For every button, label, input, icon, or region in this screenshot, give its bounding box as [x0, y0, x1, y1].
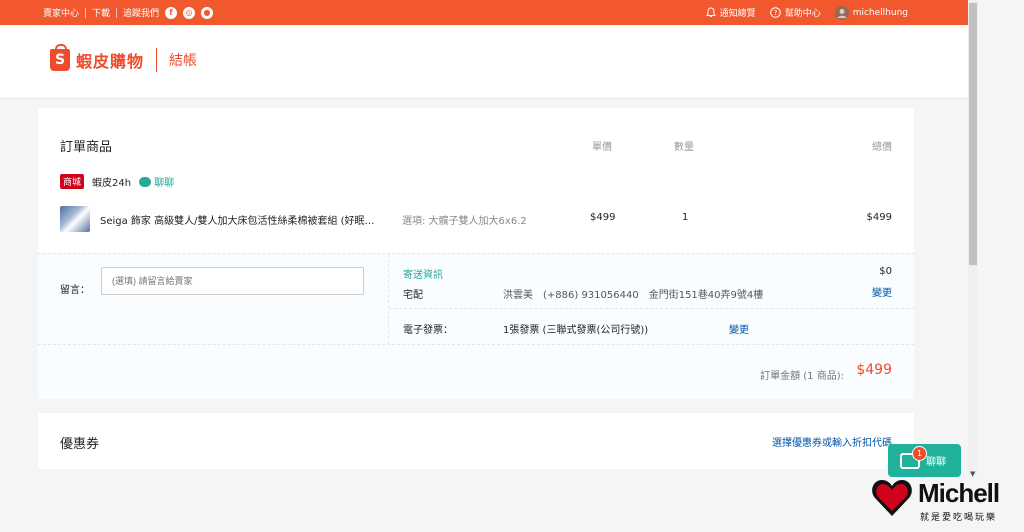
topbar-divider — [116, 7, 118, 18]
change-shipping-button[interactable]: 變更 — [872, 284, 892, 299]
shipping-method: 宅配 — [403, 290, 423, 301]
total-header: 總價 — [872, 142, 892, 153]
invoice-value: 1張發票 (三聯式發票(公司行號)) — [503, 325, 649, 336]
scrollbar-thumb[interactable] — [969, 3, 977, 265]
unit-price: $499 — [590, 212, 616, 223]
divider — [38, 344, 914, 345]
quantity-header: 數量 — [674, 142, 694, 153]
select-coupon-link[interactable]: 選擇優惠券或輸入折扣代碼 — [772, 434, 892, 449]
invoice-label: 電子發票： — [403, 325, 453, 336]
shop-name[interactable]: 蝦皮24h — [92, 174, 131, 189]
watermark-name: Michell — [918, 478, 1000, 508]
product-variation: 選項: 大髖子雙人加大6x6.2 — [402, 216, 527, 227]
chat-floating-button[interactable]: 1 聊聊 — [888, 444, 961, 477]
order-total-value: $499 — [856, 362, 892, 378]
help-center-link[interactable]: ? 幫助中心 — [769, 6, 821, 19]
change-invoice-button[interactable]: 變更 — [729, 321, 749, 336]
follow-us-label: 追蹤我們 — [123, 9, 160, 19]
order-details: 留言： 寄送資訊 宅配 洪雲美 (+886) 931056440 金門街151巷… — [38, 253, 914, 399]
coupon-title: 優惠券 — [60, 437, 100, 452]
shipping-title: 寄送資訊 — [403, 270, 443, 281]
product-thumbnail[interactable] — [60, 206, 90, 232]
item-total: $499 — [866, 212, 892, 223]
page-title: 結帳 — [169, 53, 198, 69]
shopee-logo[interactable]: S 蝦皮購物 結帳 — [50, 44, 198, 72]
notifications-link[interactable]: 通知總覽 — [705, 6, 756, 19]
username: michellhung — [852, 7, 908, 18]
seller-center-link[interactable]: 賣家中心 — [43, 6, 79, 19]
bell-icon — [705, 7, 716, 17]
svg-text:?: ? — [773, 9, 777, 17]
order-card: 訂單商品 單價 數量 總價 商城 蝦皮24h 聊聊 Seiga 飾家 高級雙人/… — [38, 108, 914, 399]
chat-fab-label: 聊聊 — [926, 457, 946, 468]
mall-badge: 商城 — [60, 174, 85, 189]
logo-text: 蝦皮購物 — [76, 52, 145, 71]
shopee-bag-icon: S — [50, 44, 70, 71]
notifications-label: 通知總覽 — [719, 9, 756, 19]
order-total-label: 訂單金額 (1 商品): — [760, 371, 844, 382]
avatar — [834, 5, 849, 20]
topbar-right: 通知總覽 ? 幫助中心 michellhung — [705, 0, 908, 25]
help-icon: ? — [769, 7, 781, 18]
product-name[interactable]: Seiga 飾家 高級雙人/雙人加大床包活性絲柔棉被套組 (好眠… — [100, 212, 380, 227]
shipping-fee: $0 — [879, 266, 892, 277]
page-header: S 蝦皮購物 結帳 — [0, 25, 968, 99]
vertical-divider — [388, 254, 390, 344]
chat-icon — [139, 176, 152, 187]
quantity: 1 — [682, 212, 689, 223]
download-link[interactable]: 下載 — [92, 6, 110, 19]
user-menu[interactable]: michellhung — [834, 5, 908, 20]
chat-unread-badge: 1 — [912, 446, 927, 461]
coupon-card: 優惠券 選擇優惠券或輸入折扣代碼 — [38, 413, 914, 469]
chat-with-shop-button[interactable]: 聊聊 — [139, 174, 174, 189]
help-center-label: 幫助中心 — [784, 9, 821, 19]
order-item-row: Seiga 飾家 高級雙人/雙人加大床包活性絲柔棉被套組 (好眠… 選項: 大髖… — [60, 206, 892, 232]
line-icon[interactable]: ● — [201, 6, 214, 19]
logo-divider — [156, 48, 158, 72]
chat-label: 聊聊 — [154, 178, 175, 189]
shop-row: 商城 蝦皮24h 聊聊 — [60, 174, 174, 189]
shipping-recipient: 洪雲美 (+886) 931056440 金門街151巷40弄9號4樓 — [503, 290, 764, 301]
message-input[interactable] — [101, 267, 364, 295]
heart-logo-icon — [872, 480, 912, 516]
topbar-divider — [85, 7, 87, 18]
topbar-left: 賣家中心 下載 追蹤我們 f ◎ ● — [43, 0, 214, 25]
divider — [389, 308, 914, 309]
top-navbar: 賣家中心 下載 追蹤我們 f ◎ ● 通知總覽 ? 幫助中心 michellhu… — [0, 0, 968, 25]
watermark-tagline: 就是愛吃喝玩樂 — [920, 513, 998, 523]
order-section-title: 訂單商品 — [60, 140, 113, 155]
order-header-row: 訂單商品 單價 數量 總價 — [60, 136, 892, 155]
message-label: 留言： — [60, 285, 90, 296]
unit-price-header: 單價 — [592, 142, 612, 153]
instagram-icon[interactable]: ◎ — [183, 6, 196, 19]
watermark: Michell 就是愛吃喝玩樂 — [868, 474, 1018, 530]
facebook-icon[interactable]: f — [165, 6, 178, 19]
